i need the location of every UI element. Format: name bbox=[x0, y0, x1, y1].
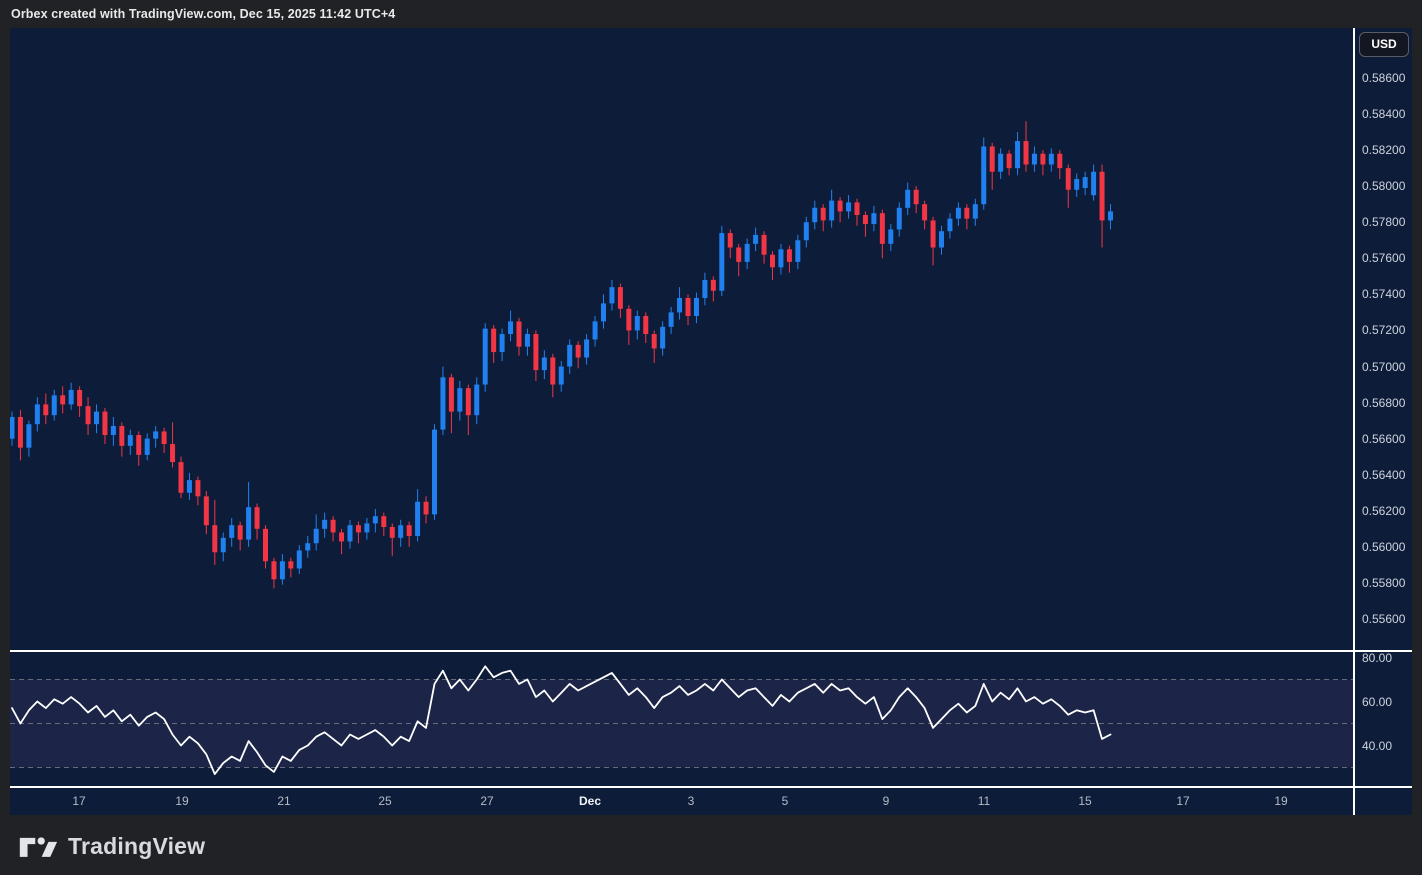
currency-button[interactable]: USD bbox=[1359, 32, 1409, 57]
price-axis-label: 0.57000 bbox=[1362, 359, 1405, 375]
rsi-indicator-chart bbox=[10, 652, 1353, 786]
time-axis-label: 15 bbox=[1063, 794, 1107, 808]
rsi-pane[interactable] bbox=[10, 652, 1353, 786]
tradingview-chart-page: Orbex created with TradingView.com, Dec … bbox=[0, 0, 1422, 875]
price-axis[interactable]: USD 0.58600 0.58400 0.58200 0.58000 0.57800 0… bbox=[1355, 28, 1412, 786]
price-axis-label: 0.56400 bbox=[1362, 467, 1405, 483]
price-axis-label: 0.56200 bbox=[1362, 503, 1405, 519]
price-axis-label: 0.57800 bbox=[1362, 214, 1405, 230]
tradingview-logo-text: TradingView bbox=[68, 833, 205, 860]
price-axis-label: 0.55800 bbox=[1362, 575, 1405, 591]
price-axis-label: 0.57400 bbox=[1362, 286, 1405, 302]
time-axis-label: 19 bbox=[1259, 794, 1303, 808]
rsi-axis-label: 40.00 bbox=[1362, 738, 1392, 754]
time-axis-label: 3 bbox=[669, 794, 713, 808]
price-axis-label: 0.57200 bbox=[1362, 322, 1405, 338]
chart-widget: 17 19 21 25 27 Dec 3 5 9 11 15 17 19 USD 0.58600 0.58… bbox=[10, 28, 1412, 815]
time-axis-label: 17 bbox=[1161, 794, 1205, 808]
tradingview-logo[interactable]: TradingView bbox=[18, 831, 205, 861]
price-axis-label: 0.56000 bbox=[1362, 539, 1405, 555]
price-axis-label: 0.56600 bbox=[1362, 431, 1405, 447]
candlestick-chart bbox=[10, 28, 1353, 650]
price-axis-label: 0.58400 bbox=[1362, 106, 1405, 122]
price-axis-label: 0.55600 bbox=[1362, 611, 1405, 627]
time-axis-label: 11 bbox=[962, 794, 1006, 808]
time-axis-label: 25 bbox=[363, 794, 407, 808]
time-axis-label: Dec bbox=[568, 794, 612, 808]
bottom-separator bbox=[10, 786, 1412, 788]
pane-separator[interactable] bbox=[10, 650, 1412, 652]
price-pane[interactable] bbox=[10, 28, 1353, 650]
price-axis-label: 0.58600 bbox=[1362, 70, 1405, 86]
time-axis-label: 27 bbox=[465, 794, 509, 808]
footer-bar: TradingView bbox=[0, 815, 1422, 875]
time-axis-label: 17 bbox=[57, 794, 101, 808]
rsi-axis-label: 60.00 bbox=[1362, 694, 1392, 710]
price-axis-label: 0.58200 bbox=[1362, 142, 1405, 158]
axis-separator-line bbox=[1353, 28, 1355, 815]
price-axis-label: 0.57600 bbox=[1362, 250, 1405, 266]
time-axis-label: 9 bbox=[864, 794, 908, 808]
time-axis-label: 19 bbox=[160, 794, 204, 808]
price-axis-label: 0.58000 bbox=[1362, 178, 1405, 194]
time-axis-label: 5 bbox=[763, 794, 807, 808]
time-axis[interactable]: 17 19 21 25 27 Dec 3 5 9 11 15 17 19 bbox=[10, 788, 1412, 815]
price-axis-label: 0.56800 bbox=[1362, 395, 1405, 411]
time-axis-label: 21 bbox=[262, 794, 306, 808]
tradingview-logo-icon bbox=[18, 831, 58, 861]
chart-attribution: Orbex created with TradingView.com, Dec … bbox=[11, 0, 395, 28]
